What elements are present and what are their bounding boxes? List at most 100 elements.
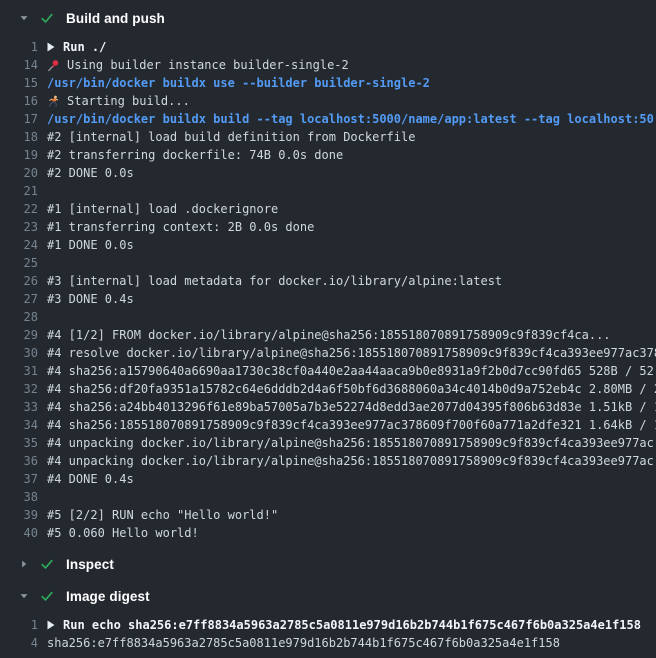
line-number[interactable]: 22 [0, 200, 38, 218]
line-number[interactable]: 29 [0, 326, 38, 344]
log-line: 28 [0, 308, 656, 326]
log-line: 16 Starting build... [0, 92, 656, 110]
log-text: Using builder instance builder-single-2 [47, 56, 349, 74]
log-line: 20 #2 DONE 0.0s [0, 164, 656, 182]
line-number[interactable]: 23 [0, 218, 38, 236]
line-number[interactable]: 27 [0, 290, 38, 308]
line-number[interactable]: 17 [0, 110, 38, 128]
log-text: #4 unpacking docker.io/library/alpine@sh… [47, 434, 654, 452]
chevron-down-icon[interactable] [18, 591, 29, 602]
log-text: /usr/bin/docker buildx use --builder bui… [47, 74, 430, 92]
runner-icon [47, 95, 60, 108]
log-line: 27 #3 DONE 0.4s [0, 290, 656, 308]
line-number[interactable]: 1 [0, 38, 38, 56]
log-text: #5 0.060 Hello world! [47, 524, 199, 542]
log-line: 17/usr/bin/docker buildx build --tag loc… [0, 110, 656, 128]
log-line: 35 #4 unpacking docker.io/library/alpine@… [0, 434, 656, 452]
run-group-line[interactable]: Run ./ [47, 38, 106, 56]
log-text: #1 transferring context: 2B 0.0s done [47, 218, 314, 236]
line-number[interactable]: 33 [0, 398, 38, 416]
log-text-content: #4 resolve docker.io/library/alpine@sha2… [47, 344, 656, 362]
log-text-content: #4 [1/2] FROM docker.io/library/alpine@s… [47, 326, 611, 344]
log-line: 1 Run echo sha256:e7ff8834a5963a2785c5a08… [0, 616, 656, 634]
expand-arrow-icon[interactable] [47, 41, 55, 54]
line-number[interactable]: 36 [0, 452, 38, 470]
log-text-content: #2 transferring dockerfile: 74B 0.0s don… [47, 146, 343, 164]
chevron-down-icon[interactable] [18, 13, 29, 24]
log-text-content: #4 sha256:df20fa9351a15782c64e6dddb2d4a6… [47, 380, 656, 398]
line-number[interactable]: 37 [0, 470, 38, 488]
line-number[interactable]: 28 [0, 308, 38, 326]
log-text: #1 [internal] load .dockerignore [47, 200, 278, 218]
section-header-image-digest[interactable]: Image digest [0, 580, 656, 612]
line-number[interactable]: 38 [0, 488, 38, 506]
log-text-content: #1 DONE 0.0s [47, 236, 134, 254]
log-line: 4 sha256:e7ff8834a5963a2785c5a0811e979d16… [0, 634, 656, 652]
line-number[interactable]: 40 [0, 524, 38, 542]
log-text-content: #2 [internal] load build definition from… [47, 128, 415, 146]
log-text-content: #1 transferring context: 2B 0.0s done [47, 218, 314, 236]
line-number[interactable]: 14 [0, 56, 38, 74]
line-number[interactable]: 18 [0, 128, 38, 146]
log-text-content: #4 DONE 0.4s [47, 470, 134, 488]
log-text: #4 resolve docker.io/library/alpine@sha2… [47, 344, 656, 362]
section-header-inspect[interactable]: Inspect [0, 548, 656, 580]
line-number[interactable]: 32 [0, 380, 38, 398]
log-text-content: #3 [internal] load metadata for docker.i… [47, 272, 502, 290]
log-line: 29 #4 [1/2] FROM docker.io/library/alpine… [0, 326, 656, 344]
line-number[interactable]: 34 [0, 416, 38, 434]
section-header-build-and-push[interactable]: Build and push [0, 2, 656, 34]
log-line: 15/usr/bin/docker buildx use --builder b… [0, 74, 656, 92]
log-text: #1 DONE 0.0s [47, 236, 134, 254]
log-text-content: #4 unpacking docker.io/library/alpine@sh… [47, 434, 654, 452]
log-line: 23 #1 transferring context: 2B 0.0s done [0, 218, 656, 236]
log-text-content: Run ./ [63, 38, 106, 56]
log-line: 32 #4 sha256:df20fa9351a15782c64e6dddb2d4… [0, 380, 656, 398]
log-text-content: #4 sha256:a15790640a6690aa1730c38cf0a440… [47, 362, 654, 380]
log-text-content: #2 DONE 0.0s [47, 164, 134, 182]
line-number[interactable]: 20 [0, 164, 38, 182]
log-line: 37 #4 DONE 0.4s [0, 470, 656, 488]
section-title: Image digest [66, 589, 150, 604]
line-number[interactable]: 1 [0, 616, 38, 634]
expand-arrow-icon[interactable] [47, 619, 55, 632]
log-text-content: Starting build... [67, 92, 190, 110]
check-icon [40, 589, 54, 603]
line-number[interactable]: 25 [0, 254, 38, 272]
run-group-line[interactable]: Run echo sha256:e7ff8834a5963a2785c5a081… [47, 616, 641, 634]
log-text-content: #5 0.060 Hello world! [47, 524, 199, 542]
log-text: #3 [internal] load metadata for docker.i… [47, 272, 502, 290]
section-image-digest: Image digest 1 Run echo sha256:e7ff8834a59… [0, 580, 656, 658]
log-line: 18 #2 [internal] load build definition fr… [0, 128, 656, 146]
section-build-and-push: Build and push 1 Run ./ 14 Using builder ins… [0, 2, 656, 548]
line-number[interactable]: 26 [0, 272, 38, 290]
log-text-content: #4 unpacking docker.io/library/alpine@sh… [47, 452, 654, 470]
line-number[interactable]: 15 [0, 74, 38, 92]
line-number[interactable]: 21 [0, 182, 38, 200]
line-number[interactable]: 16 [0, 92, 38, 110]
log-text: Starting build... [47, 92, 190, 110]
line-number[interactable]: 24 [0, 236, 38, 254]
log-text: #2 [internal] load build definition from… [47, 128, 415, 146]
line-number[interactable]: 19 [0, 146, 38, 164]
line-number[interactable]: 30 [0, 344, 38, 362]
log-line: 40 #5 0.060 Hello world! [0, 524, 656, 542]
line-number[interactable]: 4 [0, 634, 38, 652]
log-text: #4 sha256:185518070891758909c9f839cf4ca3… [47, 416, 656, 434]
log-text: #2 DONE 0.0s [47, 164, 134, 182]
line-number[interactable]: 31 [0, 362, 38, 380]
log-line: 30 #4 resolve docker.io/library/alpine@sh… [0, 344, 656, 362]
line-number[interactable]: 39 [0, 506, 38, 524]
log-text: #2 transferring dockerfile: 74B 0.0s don… [47, 146, 343, 164]
log-text-content: #3 DONE 0.4s [47, 290, 134, 308]
log-text: sha256:e7ff8834a5963a2785c5a0811e979d16b… [47, 634, 560, 652]
line-number[interactable]: 35 [0, 434, 38, 452]
log-line: 1 Run ./ [0, 38, 656, 56]
log-text: #4 unpacking docker.io/library/alpine@sh… [47, 452, 654, 470]
chevron-right-icon[interactable] [18, 559, 29, 570]
section-inspect: Inspect [0, 548, 656, 580]
workflow-log-viewer: Build and push1Run ./14Using builder ins… [0, 0, 656, 658]
log-text: /usr/bin/docker buildx build --tag local… [47, 110, 654, 128]
log-text-content: #1 [internal] load .dockerignore [47, 200, 278, 218]
log-line: 19 #2 transferring dockerfile: 74B 0.0s d… [0, 146, 656, 164]
